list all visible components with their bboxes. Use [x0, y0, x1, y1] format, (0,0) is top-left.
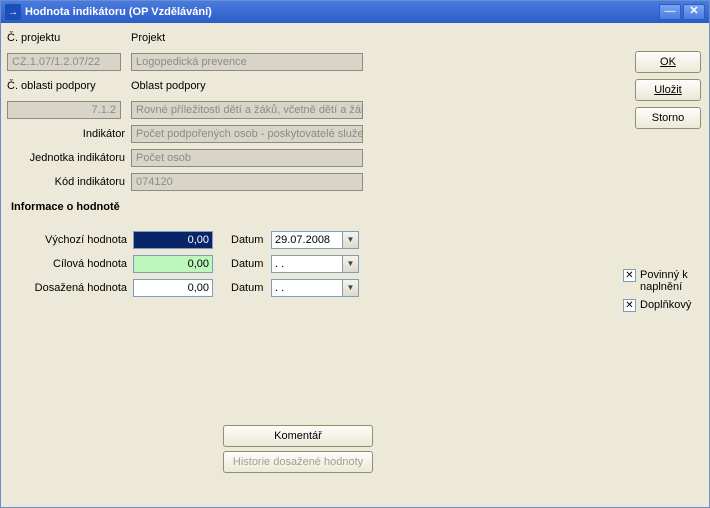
label-mandatory: Povinný k naplnění	[640, 269, 701, 293]
save-button[interactable]: Uložit	[635, 79, 701, 101]
window-title: Hodnota indikátoru (OP Vzdělávání)	[25, 6, 657, 18]
label-code: Kód indikátoru	[7, 176, 131, 188]
label-area-num: Č. oblasti podpory	[7, 80, 131, 92]
group-info: Informace o hodnotě Výchozí hodnota 0,00…	[11, 201, 611, 301]
minimize-button[interactable]: —	[659, 4, 681, 20]
label-indicator: Indikátor	[7, 128, 131, 140]
field-unit: Počet osob	[131, 149, 363, 167]
window-controls: — ✕	[657, 4, 709, 20]
input-target-value[interactable]: 0,00	[133, 255, 213, 273]
label-reached-date: Datum	[231, 282, 271, 294]
label-target-value: Cílová hodnota	[23, 258, 133, 270]
checkbox-mandatory[interactable]: ✕	[623, 269, 636, 282]
header-form: Č. projektu Projekt CZ.1.07/1.2.07/22 Lo…	[7, 27, 617, 195]
dropdown-reached-date[interactable]: ▼	[343, 279, 359, 297]
field-indicator: Počet podpořených osob - poskytovatelé s…	[131, 125, 363, 143]
field-area-num: 7.1.2	[7, 101, 121, 119]
label-target-date: Datum	[231, 258, 271, 270]
right-buttons: OK Uložit Storno	[635, 51, 701, 135]
history-button[interactable]: Historie dosažené hodnoty	[223, 451, 373, 473]
field-area-name: Rovné příležitosti dětí a žáků, včetně d…	[131, 101, 363, 119]
close-button[interactable]: ✕	[683, 4, 705, 20]
checkboxes: ✕ Povinný k naplnění ✕ Doplňkový	[623, 269, 701, 318]
dropdown-target-date[interactable]: ▼	[343, 255, 359, 273]
comment-button[interactable]: Komentář	[223, 425, 373, 447]
ok-button[interactable]: OK	[635, 51, 701, 73]
field-project-name: Logopedická prevence	[131, 53, 363, 71]
storno-button[interactable]: Storno	[635, 107, 701, 129]
input-reached-date[interactable]: . .	[271, 279, 343, 297]
label-project-name: Projekt	[131, 32, 171, 44]
input-start-date[interactable]: 29.07.2008	[271, 231, 343, 249]
body-area: Č. projektu Projekt CZ.1.07/1.2.07/22 Lo…	[1, 23, 709, 507]
field-project-num: CZ.1.07/1.2.07/22	[7, 53, 121, 71]
label-additional: Doplňkový	[640, 299, 691, 311]
window-root: → Hodnota indikátoru (OP Vzdělávání) — ✕…	[0, 0, 710, 508]
input-reached-value[interactable]: 0,00	[133, 279, 213, 297]
bottom-buttons: Komentář Historie dosažené hodnoty	[223, 425, 373, 477]
app-icon: →	[5, 4, 21, 20]
group-title: Informace o hodnotě	[11, 201, 611, 213]
input-start-value[interactable]: 0,00	[133, 231, 213, 249]
label-project-num: Č. projektu	[7, 32, 131, 44]
field-code: 074120	[131, 173, 363, 191]
label-reached-value: Dosažená hodnota	[23, 282, 133, 294]
dropdown-start-date[interactable]: ▼	[343, 231, 359, 249]
checkbox-additional[interactable]: ✕	[623, 299, 636, 312]
titlebar: → Hodnota indikátoru (OP Vzdělávání) — ✕	[1, 1, 709, 23]
input-target-date[interactable]: . .	[271, 255, 343, 273]
label-start-value: Výchozí hodnota	[23, 234, 133, 246]
label-start-date: Datum	[231, 234, 271, 246]
label-unit: Jednotka indikátoru	[7, 152, 131, 164]
label-area-name: Oblast podpory	[131, 80, 212, 92]
